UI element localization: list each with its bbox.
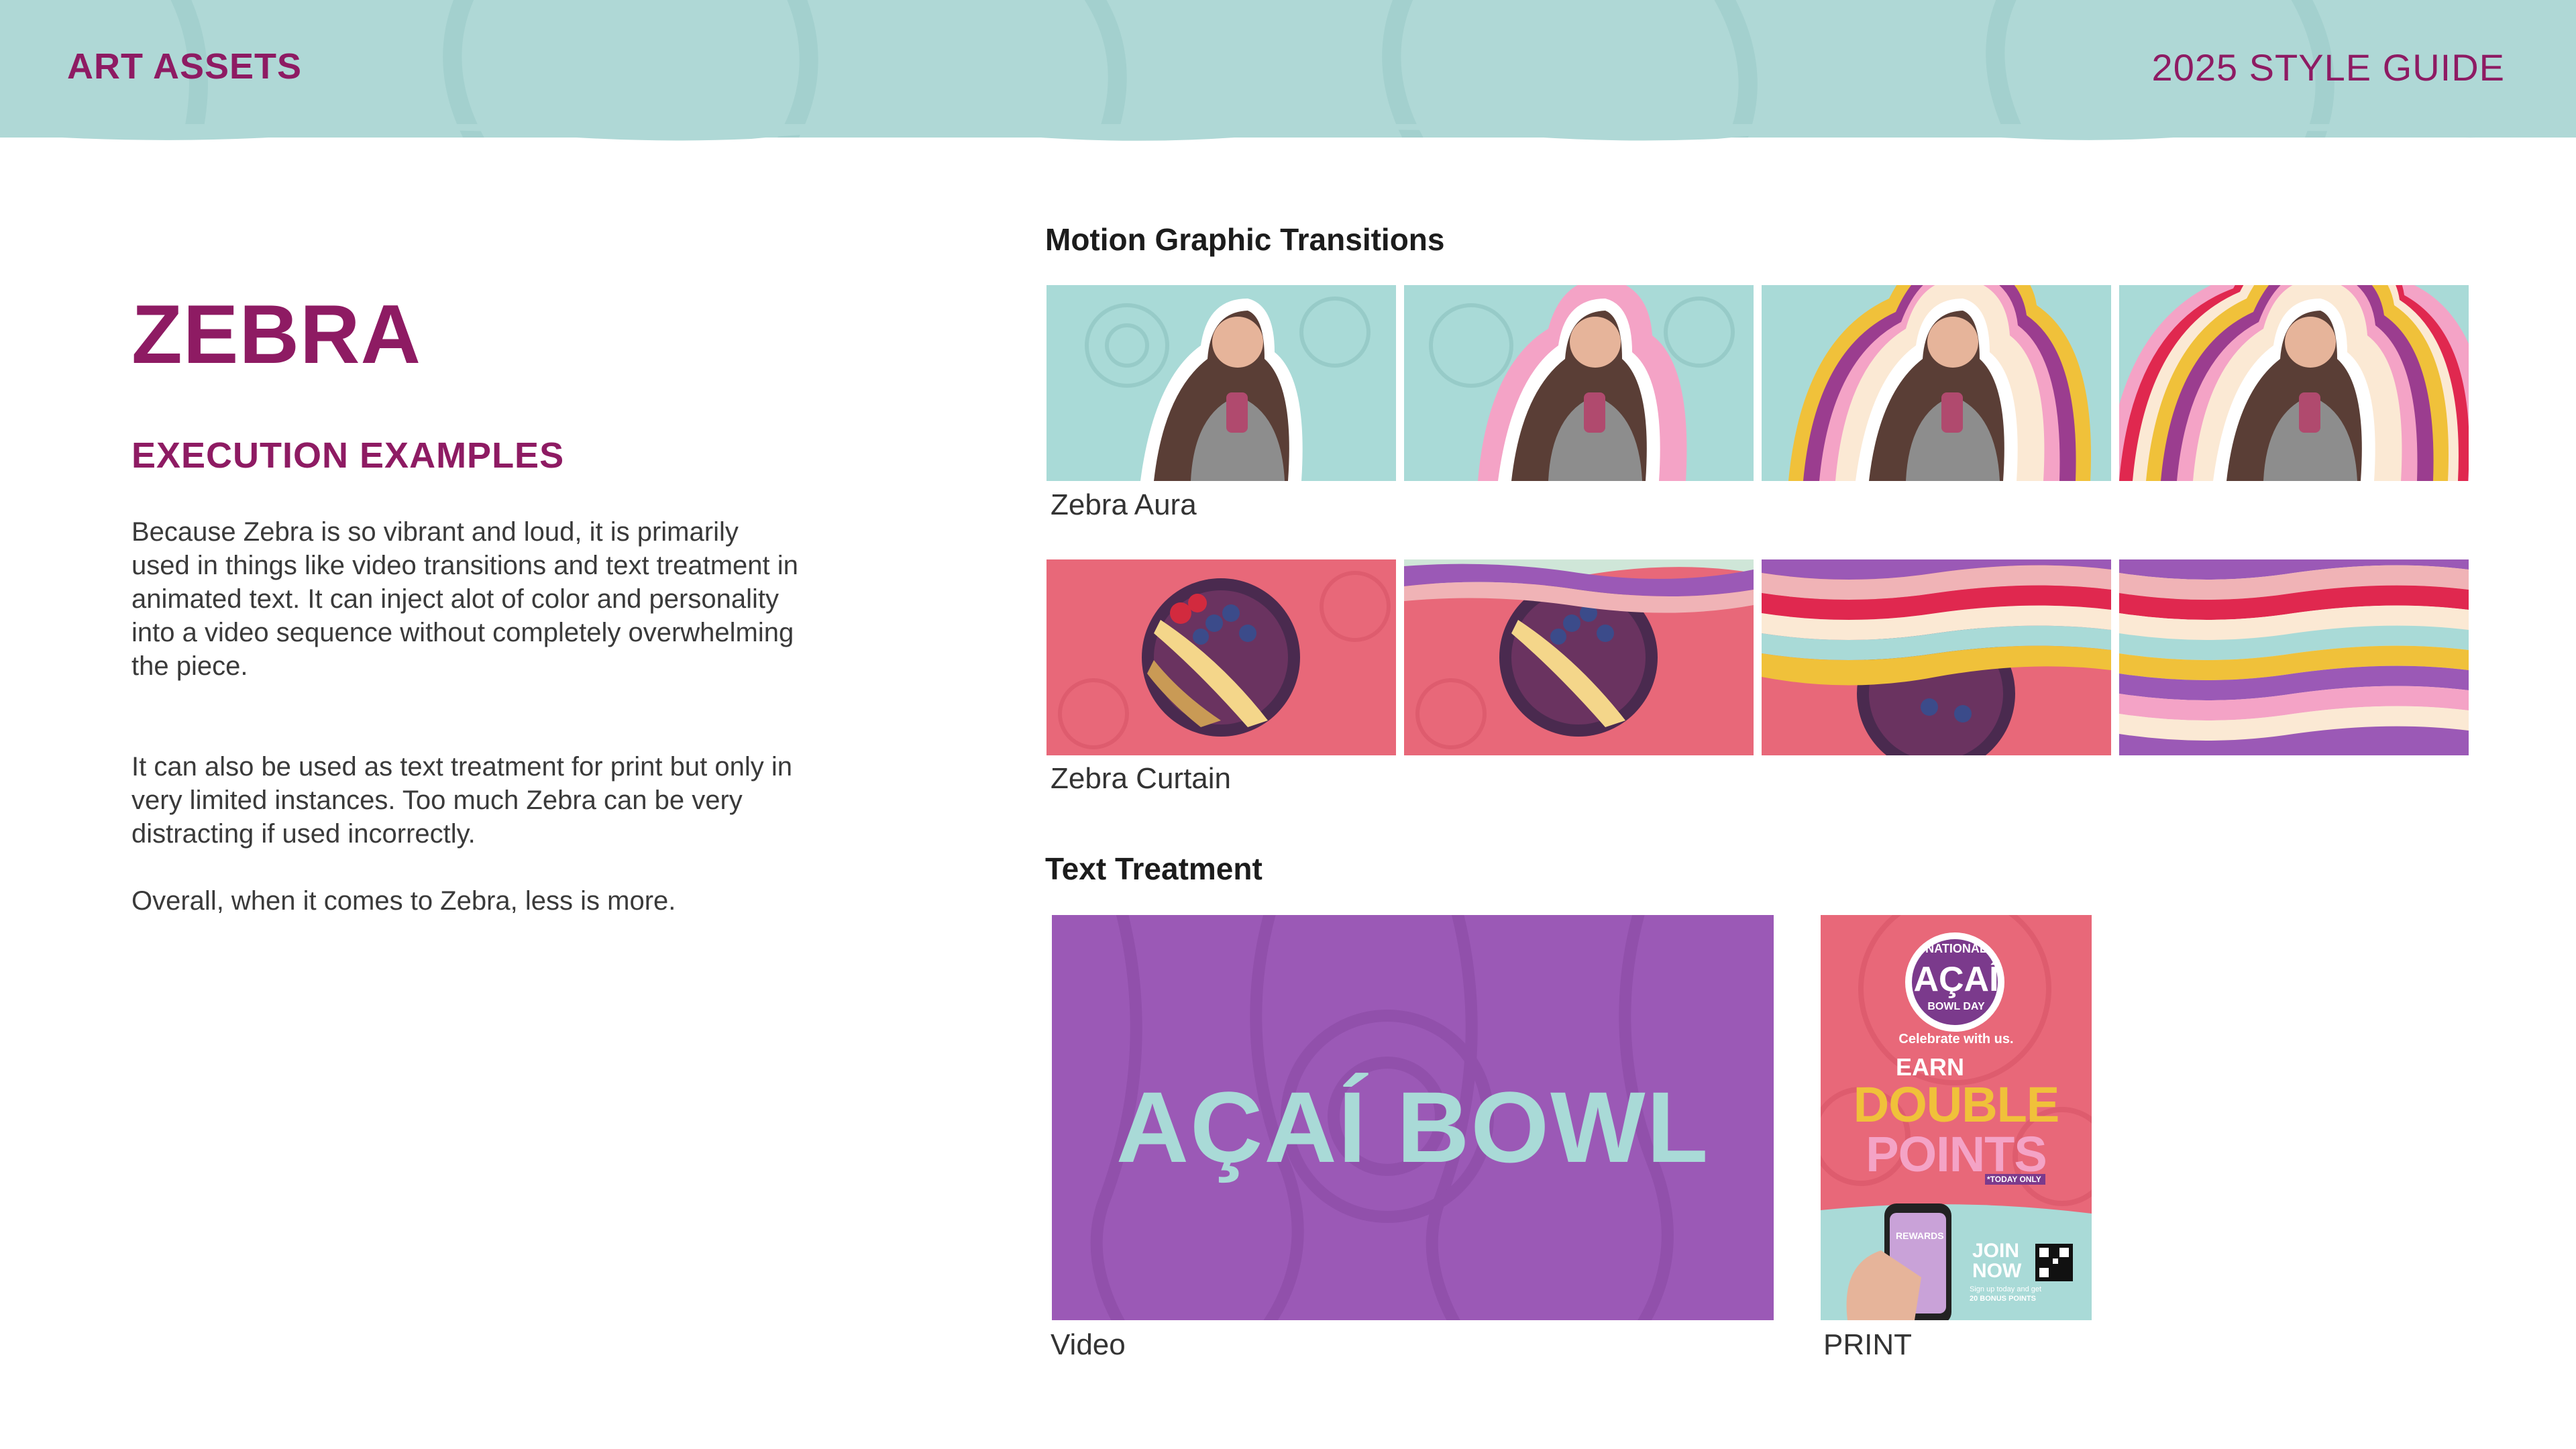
page-subtitle: EXECUTION EXAMPLES bbox=[131, 435, 565, 476]
text-treatment-heading: Text Treatment bbox=[1045, 851, 1263, 886]
intro-paragraph-2: It can also be used as text treatment fo… bbox=[131, 752, 792, 849]
poster-fine-print-1: Sign up today and get bbox=[1970, 1285, 2042, 1293]
poster-points: POINTS bbox=[1866, 1126, 2047, 1182]
curtain-frame-4 bbox=[2119, 559, 2469, 755]
poster-badge-main: AÇAÍ bbox=[1913, 960, 1999, 999]
curtain-caption: Zebra Curtain bbox=[1051, 762, 1232, 795]
guide-label: 2025 STYLE GUIDE bbox=[2151, 46, 2505, 89]
curtain-frame-3 bbox=[1762, 559, 2111, 755]
aura-frame-1 bbox=[1046, 285, 1396, 481]
intro-paragraph-1: Because Zebra is so vibrant and loud, it… bbox=[131, 517, 798, 681]
section-label: ART ASSETS bbox=[67, 46, 303, 87]
poster-badge-bottom: BOWL DAY bbox=[1927, 1001, 1985, 1012]
print-caption: PRINT bbox=[1823, 1328, 1912, 1361]
poster-join: JOIN bbox=[1972, 1240, 2020, 1262]
poster-today-only: *TODAY ONLY bbox=[1987, 1175, 2041, 1184]
curtain-frame-1 bbox=[1046, 559, 1396, 755]
video-caption: Video bbox=[1051, 1328, 1126, 1361]
curtain-frame-2 bbox=[1404, 559, 1754, 755]
poster-now: NOW bbox=[1972, 1260, 2022, 1282]
poster-fine-print-2: 20 BONUS POINTS bbox=[1970, 1295, 2037, 1303]
intro-paragraph-3: Overall, when it comes to Zebra, less is… bbox=[131, 886, 676, 916]
aura-frame-2 bbox=[1404, 285, 1754, 481]
poster-badge-top: NATIONAL bbox=[1925, 942, 1987, 955]
aura-frame-4 bbox=[2119, 285, 2469, 481]
poster-celebrate: Celebrate with us. bbox=[1898, 1032, 2014, 1046]
motion-heading: Motion Graphic Transitions bbox=[1045, 222, 1445, 257]
video-sample-text: AÇAÍ BOWL bbox=[1116, 1071, 1710, 1183]
print-poster: NATIONAL AÇAÍ BOWL DAY Celebrate with us… bbox=[1821, 915, 2092, 1320]
poster-double: DOUBLE bbox=[1853, 1077, 2059, 1132]
aura-frame-3 bbox=[1762, 285, 2111, 481]
video-sample: AÇAÍ BOWL bbox=[1052, 915, 1774, 1320]
aura-caption: Zebra Aura bbox=[1051, 488, 1197, 521]
poster-phone-text: REWARDS bbox=[1896, 1230, 1944, 1241]
page-title: ZEBRA bbox=[131, 288, 422, 381]
header-torn-edge bbox=[0, 124, 2576, 141]
